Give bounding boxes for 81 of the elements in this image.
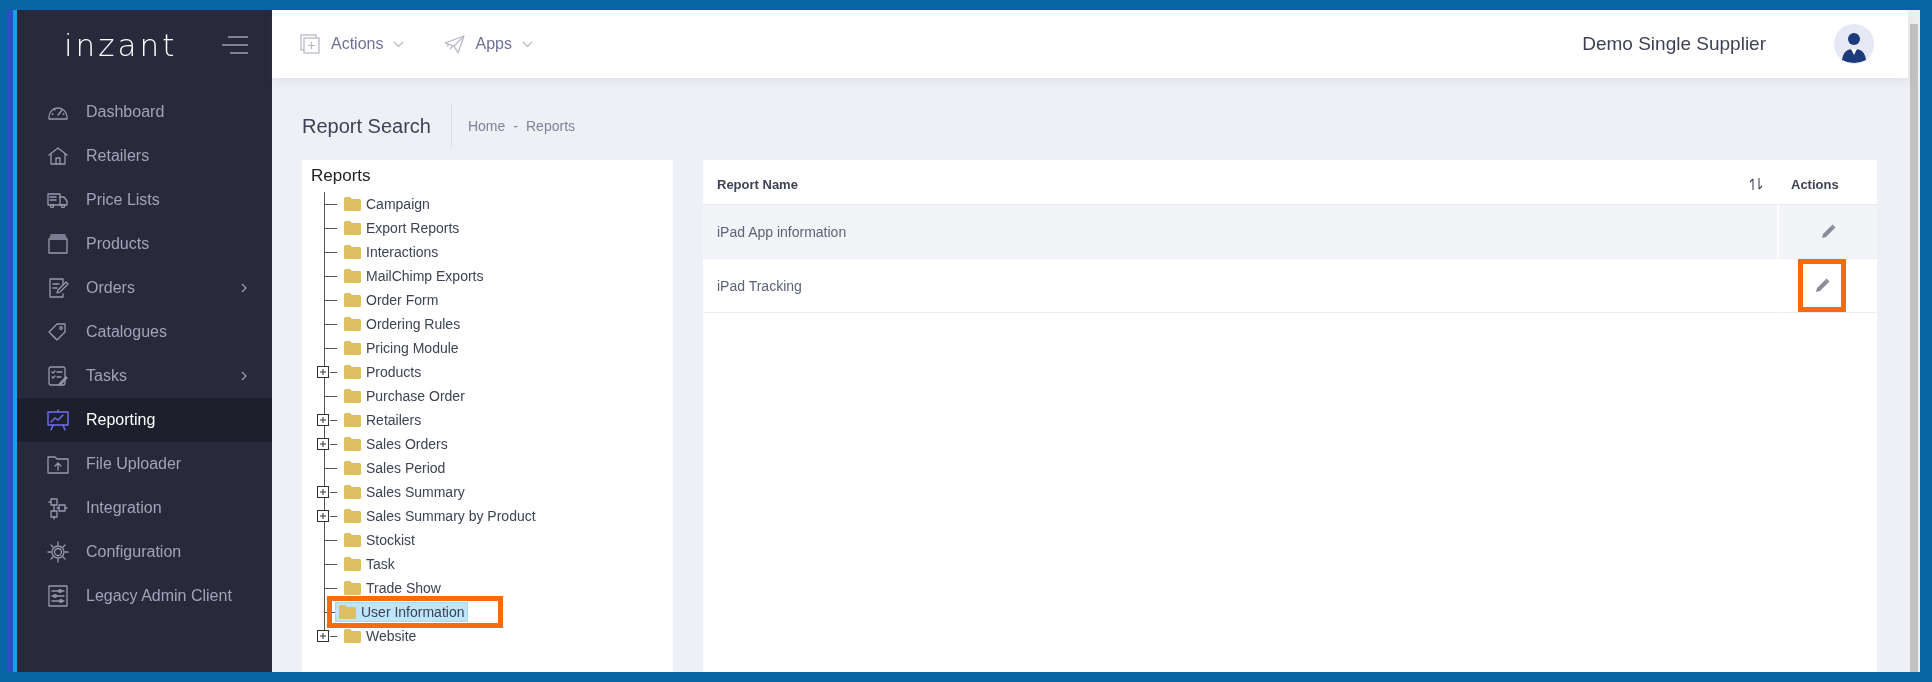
tree-item[interactable]: Purchase Order [340,386,469,406]
tree-item[interactable]: Sales Period [340,458,450,478]
tree-item[interactable]: Trade Show [340,578,445,598]
folder-icon [344,245,361,259]
user-name: Demo Single Supplier [1582,33,1766,55]
sidebar-item[interactable]: Dashboard [17,90,272,134]
menu-icon[interactable] [222,36,248,54]
plus-square-icon [300,33,321,55]
sliders-icon [46,584,70,608]
sidebar-item[interactable]: Configuration [17,530,272,574]
sidebar-item[interactable]: Legacy Admin Client [17,574,272,618]
expand-icon[interactable] [317,414,329,426]
folder-icon [344,533,361,547]
folder-icon [344,461,361,475]
sidebar-item[interactable]: Integration [17,486,272,530]
tray-icon [46,232,70,256]
tree-item[interactable]: Pricing Module [340,338,463,358]
table-cell: iPad Tracking [703,259,1777,313]
expand-icon[interactable] [317,630,329,642]
tree-item[interactable]: Order Form [340,290,443,310]
folder-icon [344,557,361,571]
network-icon [46,496,70,520]
expand-icon[interactable] [317,366,329,378]
document-pencil-icon [46,276,70,300]
sidebar-item[interactable]: File Uploader [17,442,272,486]
menu-button[interactable]: Actions [300,33,405,55]
folder-icon [344,629,361,643]
presentation-chart-icon [46,408,70,432]
pencil-icon [1820,224,1836,239]
paper-plane-icon [444,33,466,55]
tree-item[interactable]: Ordering Rules [340,314,465,334]
folder-icon [344,269,361,283]
tree-item[interactable]: Sales Summary by Product [340,506,540,526]
avatar-icon [1834,24,1874,64]
sidebar-item[interactable]: Retailers [17,134,272,178]
tree-title: Reports [311,166,372,186]
tree-item[interactable]: Retailers [340,410,426,430]
breadcrumb-separator: - [513,118,518,134]
menu-button[interactable]: Apps [444,33,533,55]
folder-icon [344,413,361,427]
caret-icon [521,40,533,48]
folder-icon [344,317,361,331]
folder-icon [344,221,361,235]
tree-item[interactable]: MailChimp Exports [340,266,488,286]
tree-item[interactable]: User Information [335,602,469,622]
sidebar-item[interactable]: Tasks [17,354,272,398]
logo: inzant [64,27,178,63]
sidebar-item[interactable]: Price Lists [17,178,272,222]
tree-item[interactable]: Task [340,554,399,574]
folder-icon [339,605,356,619]
folder-icon [344,365,361,379]
folder-icon [344,197,361,211]
sidebar-item[interactable]: Reporting [17,398,272,442]
folder-icon [344,437,361,451]
expand-icon[interactable] [317,438,329,450]
folder-icon [344,341,361,355]
settings-icon [46,540,70,564]
folder-icon [344,581,361,595]
checklist-icon [46,364,70,388]
tree-item[interactable]: Stockist [340,530,419,550]
expand-icon[interactable] [317,486,329,498]
scrollbar[interactable] [1908,10,1920,672]
tree-item[interactable]: Products [340,362,426,382]
pencil-icon [1814,278,1830,293]
folder-icon [344,389,361,403]
tree-item[interactable]: Sales Orders [340,434,452,454]
sidebar-item[interactable]: Orders [17,266,272,310]
tree-item[interactable]: Campaign [340,194,434,214]
table-cell: iPad App information [703,205,1777,259]
tree-item[interactable]: Sales Summary [340,482,469,502]
folder-icon [344,485,361,499]
folder-icon [344,293,361,307]
tree-item[interactable]: Interactions [340,242,443,262]
sidebar-item[interactable]: Products [17,222,272,266]
tree-item[interactable]: Website [340,626,421,646]
sidebar-item[interactable]: Catalogues [17,310,272,354]
page-title: Report Search [302,104,452,148]
folder-icon [344,509,361,523]
caret-icon [393,40,405,48]
tree-item[interactable]: Export Reports [340,218,464,238]
expand-icon[interactable] [317,510,329,522]
